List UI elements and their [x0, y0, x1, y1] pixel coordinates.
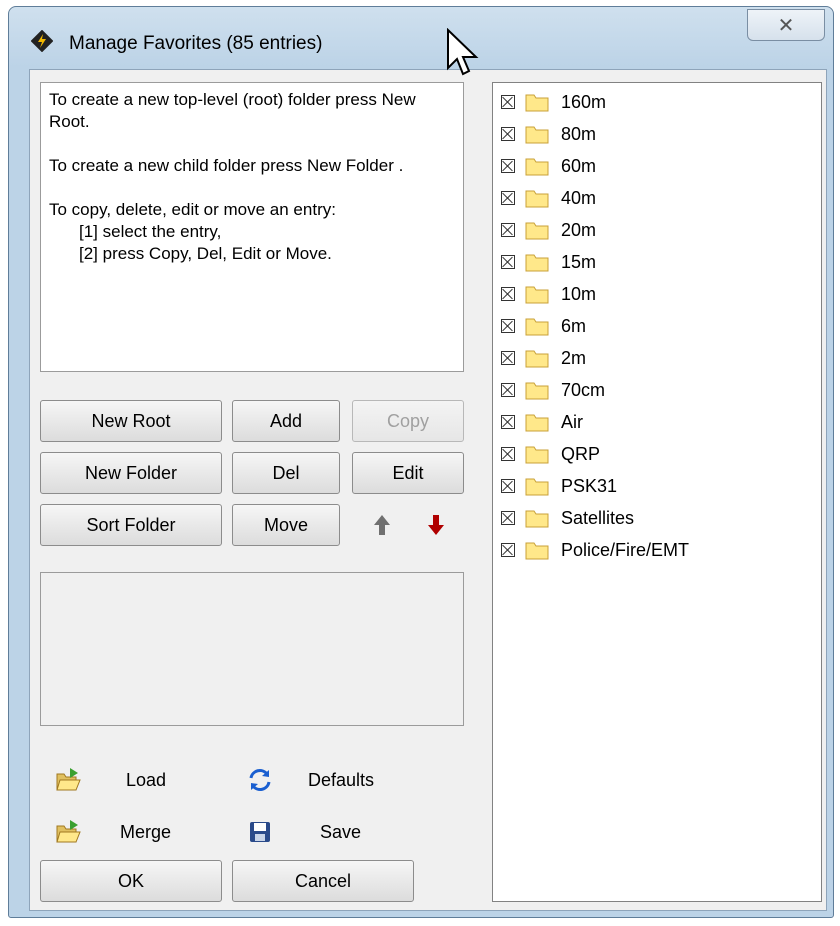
tree-item-label: 2m — [561, 347, 587, 368]
details-panel — [40, 572, 464, 726]
tree-item-label: Air — [561, 411, 583, 432]
folder-icon — [525, 510, 549, 528]
tree-item[interactable]: 80m — [501, 119, 596, 149]
arrow-up-icon[interactable] — [372, 513, 392, 537]
folder-icon — [525, 222, 549, 240]
close-button[interactable]: ✕ — [747, 9, 825, 41]
copy-button[interactable]: Copy — [352, 400, 464, 442]
checkbox-icon[interactable] — [501, 543, 515, 557]
tree-item-label: 15m — [561, 251, 597, 272]
checkbox-icon[interactable] — [501, 159, 515, 173]
radio-app-icon — [31, 30, 53, 52]
checkbox-icon[interactable] — [501, 191, 515, 205]
tree-item[interactable]: 15m — [501, 247, 596, 277]
folder-icon — [525, 158, 549, 176]
move-button[interactable]: Move — [232, 504, 340, 546]
sort-folder-button[interactable]: Sort Folder — [40, 504, 222, 546]
tree-item[interactable]: Air — [501, 407, 583, 437]
folder-icon — [525, 542, 549, 560]
tree-item[interactable]: 70cm — [501, 375, 605, 405]
tree-item[interactable]: 60m — [501, 151, 596, 181]
checkbox-icon[interactable] — [501, 511, 515, 525]
tree-item[interactable]: 10m — [501, 279, 596, 309]
checkbox-icon[interactable] — [501, 95, 515, 109]
save-label[interactable]: Save — [320, 822, 361, 843]
tree-item-label: QRP — [561, 443, 601, 464]
tree-item-label: 160m — [561, 91, 607, 112]
folder-icon — [525, 414, 549, 432]
arrow-down-icon[interactable] — [426, 513, 446, 537]
mouse-cursor-icon — [447, 28, 479, 76]
cancel-button[interactable]: Cancel — [232, 860, 414, 902]
floppy-disk-icon[interactable] — [246, 818, 274, 846]
open-folder-icon[interactable] — [54, 818, 82, 846]
manage-favorites-window: Manage Favorites (85 entries) ✕ To creat… — [8, 6, 834, 918]
tree-item-label: 60m — [561, 155, 597, 176]
title-bar[interactable]: Manage Favorites (85 entries) ✕ — [9, 7, 833, 69]
window-title: Manage Favorites (85 entries) — [69, 33, 323, 54]
checkbox-icon[interactable] — [501, 127, 515, 141]
instruction-edit: To copy, delete, edit or move an entry: — [49, 200, 336, 219]
folder-icon — [525, 382, 549, 400]
tree-item[interactable]: 20m — [501, 215, 596, 245]
folder-icon — [525, 94, 549, 112]
tree-item-label: 20m — [561, 219, 597, 240]
tree-item[interactable]: QRP — [501, 439, 600, 469]
del-button[interactable]: Del — [232, 452, 340, 494]
instruction-new-folder: To create a new child folder press New F… — [49, 156, 404, 175]
folder-icon — [525, 190, 549, 208]
tree-item[interactable]: 2m — [501, 343, 586, 373]
instructions-box: To create a new top-level (root) folder … — [40, 82, 464, 372]
instruction-step-1: [1] select the entry, — [79, 222, 222, 241]
checkbox-icon[interactable] — [501, 223, 515, 237]
tree-item[interactable]: Satellites — [501, 503, 634, 533]
tree-item[interactable]: 40m — [501, 183, 596, 213]
open-folder-icon[interactable] — [54, 766, 82, 794]
load-label[interactable]: Load — [126, 770, 166, 791]
folder-icon — [525, 126, 549, 144]
tree-item[interactable]: 6m — [501, 311, 586, 341]
tree-item-label: Police/Fire/EMT — [561, 539, 690, 560]
refresh-icon[interactable] — [246, 766, 274, 794]
checkbox-icon[interactable] — [501, 351, 515, 365]
checkbox-icon[interactable] — [501, 383, 515, 397]
tree-item-label: 40m — [561, 187, 597, 208]
tree-item-label: 70cm — [561, 379, 606, 400]
defaults-label[interactable]: Defaults — [308, 770, 374, 791]
folder-icon — [525, 350, 549, 368]
folder-icon — [525, 446, 549, 464]
tree-item[interactable]: 160m — [501, 87, 606, 117]
tree-item-label: 6m — [561, 315, 587, 336]
tree-item-label: 10m — [561, 283, 597, 304]
tree-item[interactable]: Police/Fire/EMT — [501, 535, 689, 565]
checkbox-icon[interactable] — [501, 287, 515, 301]
new-folder-button[interactable]: New Folder — [40, 452, 222, 494]
checkbox-icon[interactable] — [501, 479, 515, 493]
favorites-tree[interactable]: 160m 80m 60m 40m 20m 15m 10m 6m 2m 70cm Air QRP PSK3… — [492, 82, 822, 902]
instruction-new-root: To create a new top-level (root) folder … — [49, 90, 416, 131]
edit-button[interactable]: Edit — [352, 452, 464, 494]
folder-icon — [525, 254, 549, 272]
folder-icon — [525, 286, 549, 304]
tree-item-label: Satellites — [561, 507, 635, 528]
add-button[interactable]: Add — [232, 400, 340, 442]
ok-button[interactable]: OK — [40, 860, 222, 902]
checkbox-icon[interactable] — [501, 255, 515, 269]
tree-item-label: 80m — [561, 123, 597, 144]
checkbox-icon[interactable] — [501, 447, 515, 461]
tree-item[interactable]: PSK31 — [501, 471, 617, 501]
instruction-step-2: [2] press Copy, Del, Edit or Move. — [79, 244, 332, 263]
dialog-body: To create a new top-level (root) folder … — [29, 69, 827, 911]
folder-icon — [525, 478, 549, 496]
checkbox-icon[interactable] — [501, 415, 515, 429]
tree-item-label: PSK31 — [561, 475, 618, 496]
merge-label[interactable]: Merge — [120, 822, 171, 843]
new-root-button[interactable]: New Root — [40, 400, 222, 442]
checkbox-icon[interactable] — [501, 319, 515, 333]
folder-icon — [525, 318, 549, 336]
